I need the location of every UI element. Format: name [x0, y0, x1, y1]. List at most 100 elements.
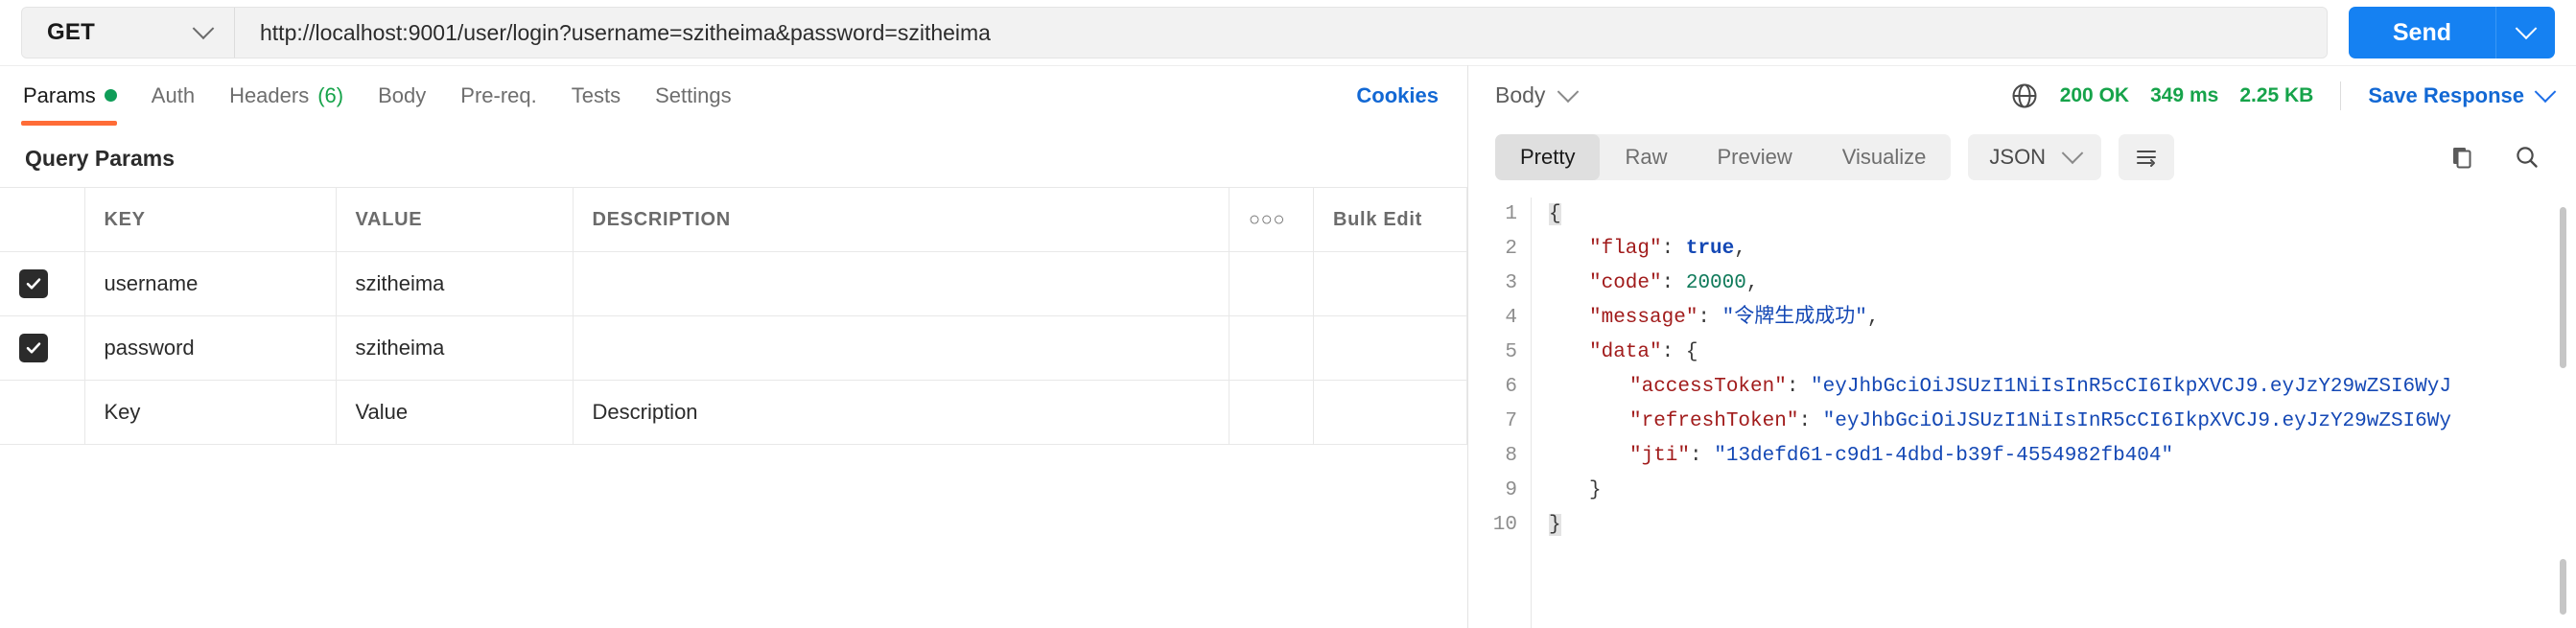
code-line: "code": 20000, [1549, 267, 2576, 301]
json-value-number: 20000 [1685, 272, 1746, 294]
param-key[interactable]: username [84, 251, 337, 316]
param-value[interactable]: szitheima [336, 251, 574, 316]
param-value[interactable]: szitheima [336, 315, 574, 381]
row-spacer [1229, 315, 1314, 381]
row-spacer [1313, 380, 1467, 445]
query-params-title: Query Params [25, 146, 175, 171]
code-line: "data": { [1549, 336, 2576, 370]
response-format-value: JSON [1989, 145, 2047, 169]
param-key-placeholder[interactable]: Key [84, 380, 337, 445]
select-all-cell [0, 187, 85, 252]
response-pane: Body 200 OK 349 ms 2.25 KB Save Response [1468, 65, 2576, 628]
code-line: "flag": true, [1549, 232, 2576, 267]
param-description[interactable] [573, 315, 1229, 381]
param-key[interactable]: password [84, 315, 337, 381]
json-key: "refreshToken" [1629, 410, 1799, 432]
code-line: "message": "令牌生成成功", [1549, 301, 2576, 336]
param-value-placeholder[interactable]: Value [336, 380, 574, 445]
row-spacer [1313, 251, 1467, 316]
json-colon: : [1661, 238, 1674, 260]
postman-window: GET http://localhost:9001/user/login?use… [0, 0, 2576, 628]
tab-label: Auth [151, 82, 196, 107]
json-key: "flag" [1589, 238, 1662, 260]
code-lines: { "flag": true, "code": 20000, "message"… [1532, 198, 2576, 628]
tab-headers[interactable]: Headers (6) [212, 66, 361, 126]
tab-auth[interactable]: Auth [134, 66, 212, 126]
row-checkbox-cell [0, 380, 85, 445]
row-checkbox-cell [0, 315, 85, 381]
tab-pre-request[interactable]: Pre-req. [443, 66, 553, 126]
tab-label: Tests [571, 82, 621, 107]
headers-count-badge: (6) [317, 82, 344, 107]
json-brace: { [1549, 203, 1561, 225]
send-options-button[interactable] [2495, 7, 2555, 58]
json-colon: : [1698, 307, 1711, 329]
send-button[interactable]: Send [2349, 7, 2495, 58]
tab-pretty[interactable]: Pretty [1495, 134, 1601, 180]
tab-settings[interactable]: Settings [638, 66, 749, 126]
row-checkbox-cell [0, 251, 85, 316]
bulk-edit-button[interactable]: Bulk Edit [1313, 187, 1467, 252]
row-checkbox[interactable] [19, 334, 48, 362]
json-comma: , [1745, 272, 1759, 294]
param-description-placeholder[interactable]: Description [573, 380, 1229, 445]
code-line: "refreshToken": "eyJhbGciOiJSUzI1NiIsInR… [1549, 405, 2576, 439]
more-options-button[interactable]: ○○○ [1229, 187, 1314, 252]
tab-tests[interactable]: Tests [554, 66, 638, 126]
row-checkbox[interactable] [19, 269, 48, 298]
column-header-key: KEY [84, 187, 337, 252]
save-response-button[interactable]: Save Response [2368, 80, 2557, 108]
tab-body[interactable]: Body [361, 66, 443, 126]
tab-label: Pre-req. [460, 82, 537, 107]
line-number: 3 [1505, 272, 1517, 294]
response-stats: 200 OK 349 ms 2.25 KB Save Response [2010, 80, 2557, 110]
tab-visualize[interactable]: Visualize [1817, 134, 1952, 180]
column-header-value: VALUE [336, 187, 574, 252]
chevron-down-icon [2534, 80, 2557, 103]
table-row-empty: Key Value Description [0, 380, 1467, 445]
tab-raw[interactable]: Raw [1600, 134, 1692, 180]
vertical-scrollbar-thumb[interactable] [2560, 207, 2566, 368]
row-spacer [1229, 380, 1314, 445]
response-body-viewer[interactable]: 1 2 3 4 5 6 7 8 9 10 {"flag": true, "co… [1468, 190, 2576, 628]
json-key: "data" [1589, 341, 1662, 363]
chevron-down-icon [2061, 142, 2084, 165]
row-spacer [1313, 315, 1467, 381]
tab-params[interactable]: Params [21, 66, 134, 126]
search-button[interactable] [2511, 141, 2543, 174]
table-row: password szitheima [0, 315, 1467, 381]
chevron-down-icon [2515, 17, 2537, 40]
json-colon: : [1690, 445, 1702, 467]
url-bar: GET http://localhost:9001/user/login?use… [0, 0, 2576, 65]
row-checkbox[interactable] [19, 395, 48, 424]
json-comma: , [1734, 238, 1746, 260]
json-value-string: "eyJhbGciOiJSUzI1NiIsInR5cCI6IkpXVCJ9.ey… [1822, 410, 2451, 432]
code-line: "accessToken": "eyJhbGciOiJSUzI1NiIsInR5… [1549, 370, 2576, 405]
json-brace: } [1589, 479, 1602, 501]
line-number: 8 [1505, 445, 1517, 467]
json-brace: { [1685, 341, 1698, 363]
vertical-scrollbar-thumb-lower[interactable] [2560, 559, 2566, 615]
chevron-down-icon [192, 17, 215, 40]
response-body-select[interactable]: Body [1495, 80, 1580, 108]
http-method-select[interactable]: GET [22, 8, 235, 58]
tab-preview[interactable]: Preview [1692, 134, 1816, 180]
code-line: { [1549, 198, 2576, 232]
code-inner: 1 2 3 4 5 6 7 8 9 10 {"flag": true, "co… [1468, 190, 2576, 628]
wrap-lines-icon [2137, 151, 2157, 167]
url-input[interactable]: http://localhost:9001/user/login?usernam… [235, 8, 2327, 58]
status-code: 200 OK [2059, 83, 2130, 106]
line-number: 9 [1505, 479, 1517, 501]
response-format-select[interactable]: JSON [1968, 134, 2102, 180]
main-split: Params Auth Headers (6) Body Pre-req. Te… [0, 65, 2576, 628]
response-body-label: Body [1495, 82, 1546, 107]
cookies-link[interactable]: Cookies [1356, 83, 1446, 108]
globe-icon [2012, 83, 2037, 107]
wrap-lines-button[interactable] [2119, 134, 2175, 180]
line-number: 10 [1492, 514, 1517, 536]
param-description[interactable] [573, 251, 1229, 316]
copy-button[interactable] [2446, 141, 2478, 174]
copy-icon [2453, 148, 2471, 169]
line-number: 5 [1505, 341, 1517, 363]
unsaved-dot-icon [104, 89, 117, 102]
